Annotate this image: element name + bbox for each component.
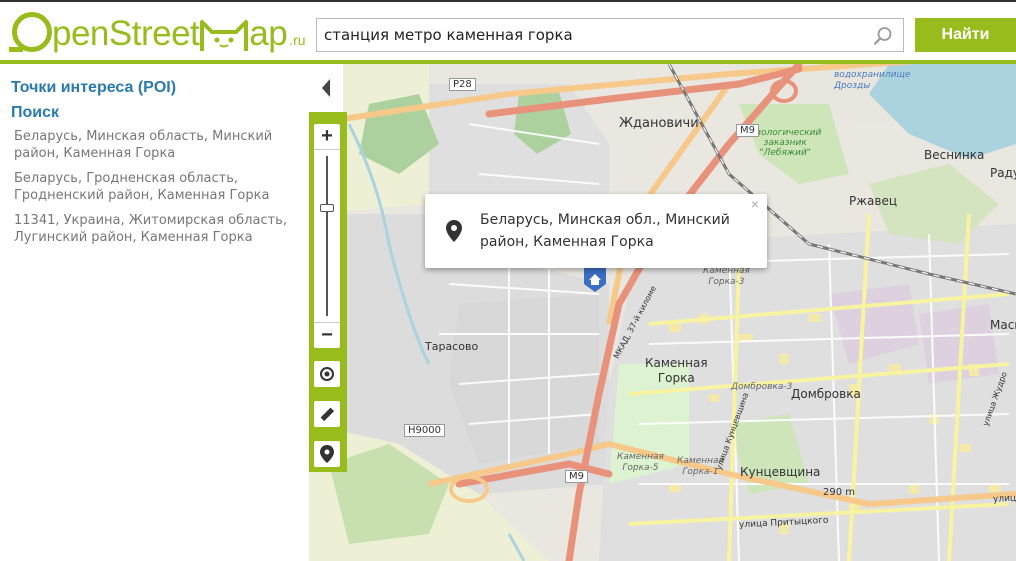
road-shield: M9	[565, 470, 588, 483]
place-label: Тарасово	[425, 340, 479, 353]
place-label: Раду	[990, 166, 1016, 180]
logo-text-pen: pen	[52, 14, 109, 53]
poi-link[interactable]: Точки интереса (POI)	[11, 79, 176, 97]
search-icon[interactable]	[873, 26, 893, 46]
crosshair-icon	[320, 367, 334, 381]
elevation-label: 290 m	[823, 487, 856, 498]
logo-o-icon	[9, 12, 52, 52]
search-box	[316, 18, 904, 52]
place-label: Кунцевщина	[740, 465, 821, 479]
close-icon[interactable]: ×	[751, 196, 759, 212]
zoom-control: + −	[314, 124, 340, 348]
street-label: улица	[992, 493, 1016, 505]
place-label: Каменная Горка	[645, 356, 708, 385]
search-result-item[interactable]: Беларусь, Гродненская область, Гродненск…	[14, 170, 299, 204]
map-pin-icon	[320, 445, 334, 463]
measure-button[interactable]	[314, 401, 340, 427]
house-marker-icon[interactable]	[582, 266, 608, 292]
district-label: Домбровка-3	[731, 382, 793, 392]
search-result-item[interactable]: Беларусь, Минская область, Минский район…	[14, 128, 299, 162]
reserve-label: Биологический заказник "Лебяжий"	[749, 128, 822, 158]
search-result-item[interactable]: 11341, Украина, Житомирская область, Луг…	[14, 212, 299, 246]
map-canvas[interactable]: Ждановичи водохранилище Дрозды Биологиче…	[309, 64, 1016, 561]
place-label: Веснинка	[924, 148, 985, 162]
district-label: Каменная Горка-3	[703, 266, 750, 287]
water-label: водохранилище Дрозды	[834, 70, 911, 91]
map-pin-icon	[446, 220, 462, 242]
zoom-in-button[interactable]: +	[314, 124, 340, 150]
header: penStreet ap .ru Найти	[0, 2, 1016, 60]
locate-button[interactable]	[314, 361, 340, 387]
search-button[interactable]: Найти	[915, 18, 1016, 52]
zoom-out-button[interactable]: −	[314, 322, 340, 348]
road-shield: P28	[449, 78, 476, 91]
place-label: Ржавец	[849, 194, 898, 208]
zoom-slider-handle[interactable]	[320, 204, 334, 212]
district-label: Каменная Горка-5	[617, 452, 664, 473]
road-shield: H9000	[404, 424, 445, 437]
popup-address: Беларусь, Минская обл., Минский район, К…	[480, 212, 730, 250]
place-label: Ждановичи	[619, 116, 699, 131]
ruler-icon	[320, 407, 335, 422]
sidebar: Точки интереса (POI) Поиск Беларусь, Мин…	[0, 64, 309, 561]
place-label: Масю	[990, 318, 1016, 332]
logo-text-street: Street	[108, 14, 200, 53]
logo-text-ap: ap	[249, 14, 288, 53]
cat-m-icon	[200, 18, 249, 52]
search-heading[interactable]: Поиск	[11, 104, 59, 122]
site-logo[interactable]: pen Street ap .ru	[9, 10, 306, 53]
place-label: Домбровка	[791, 387, 861, 401]
location-popup: Беларусь, Минская обл., Минский район, К…	[425, 194, 767, 268]
sidebar-toggle[interactable]	[309, 64, 343, 112]
road-shield: M9	[736, 124, 759, 137]
map-tiles	[309, 64, 1016, 561]
zoom-slider-track[interactable]	[326, 156, 328, 316]
add-marker-button[interactable]	[314, 441, 340, 467]
search-input[interactable]	[317, 19, 869, 51]
triangle-left-icon	[322, 79, 330, 97]
logo-suffix: .ru	[289, 32, 306, 48]
search-results: Беларусь, Минская область, Минский район…	[14, 128, 299, 254]
